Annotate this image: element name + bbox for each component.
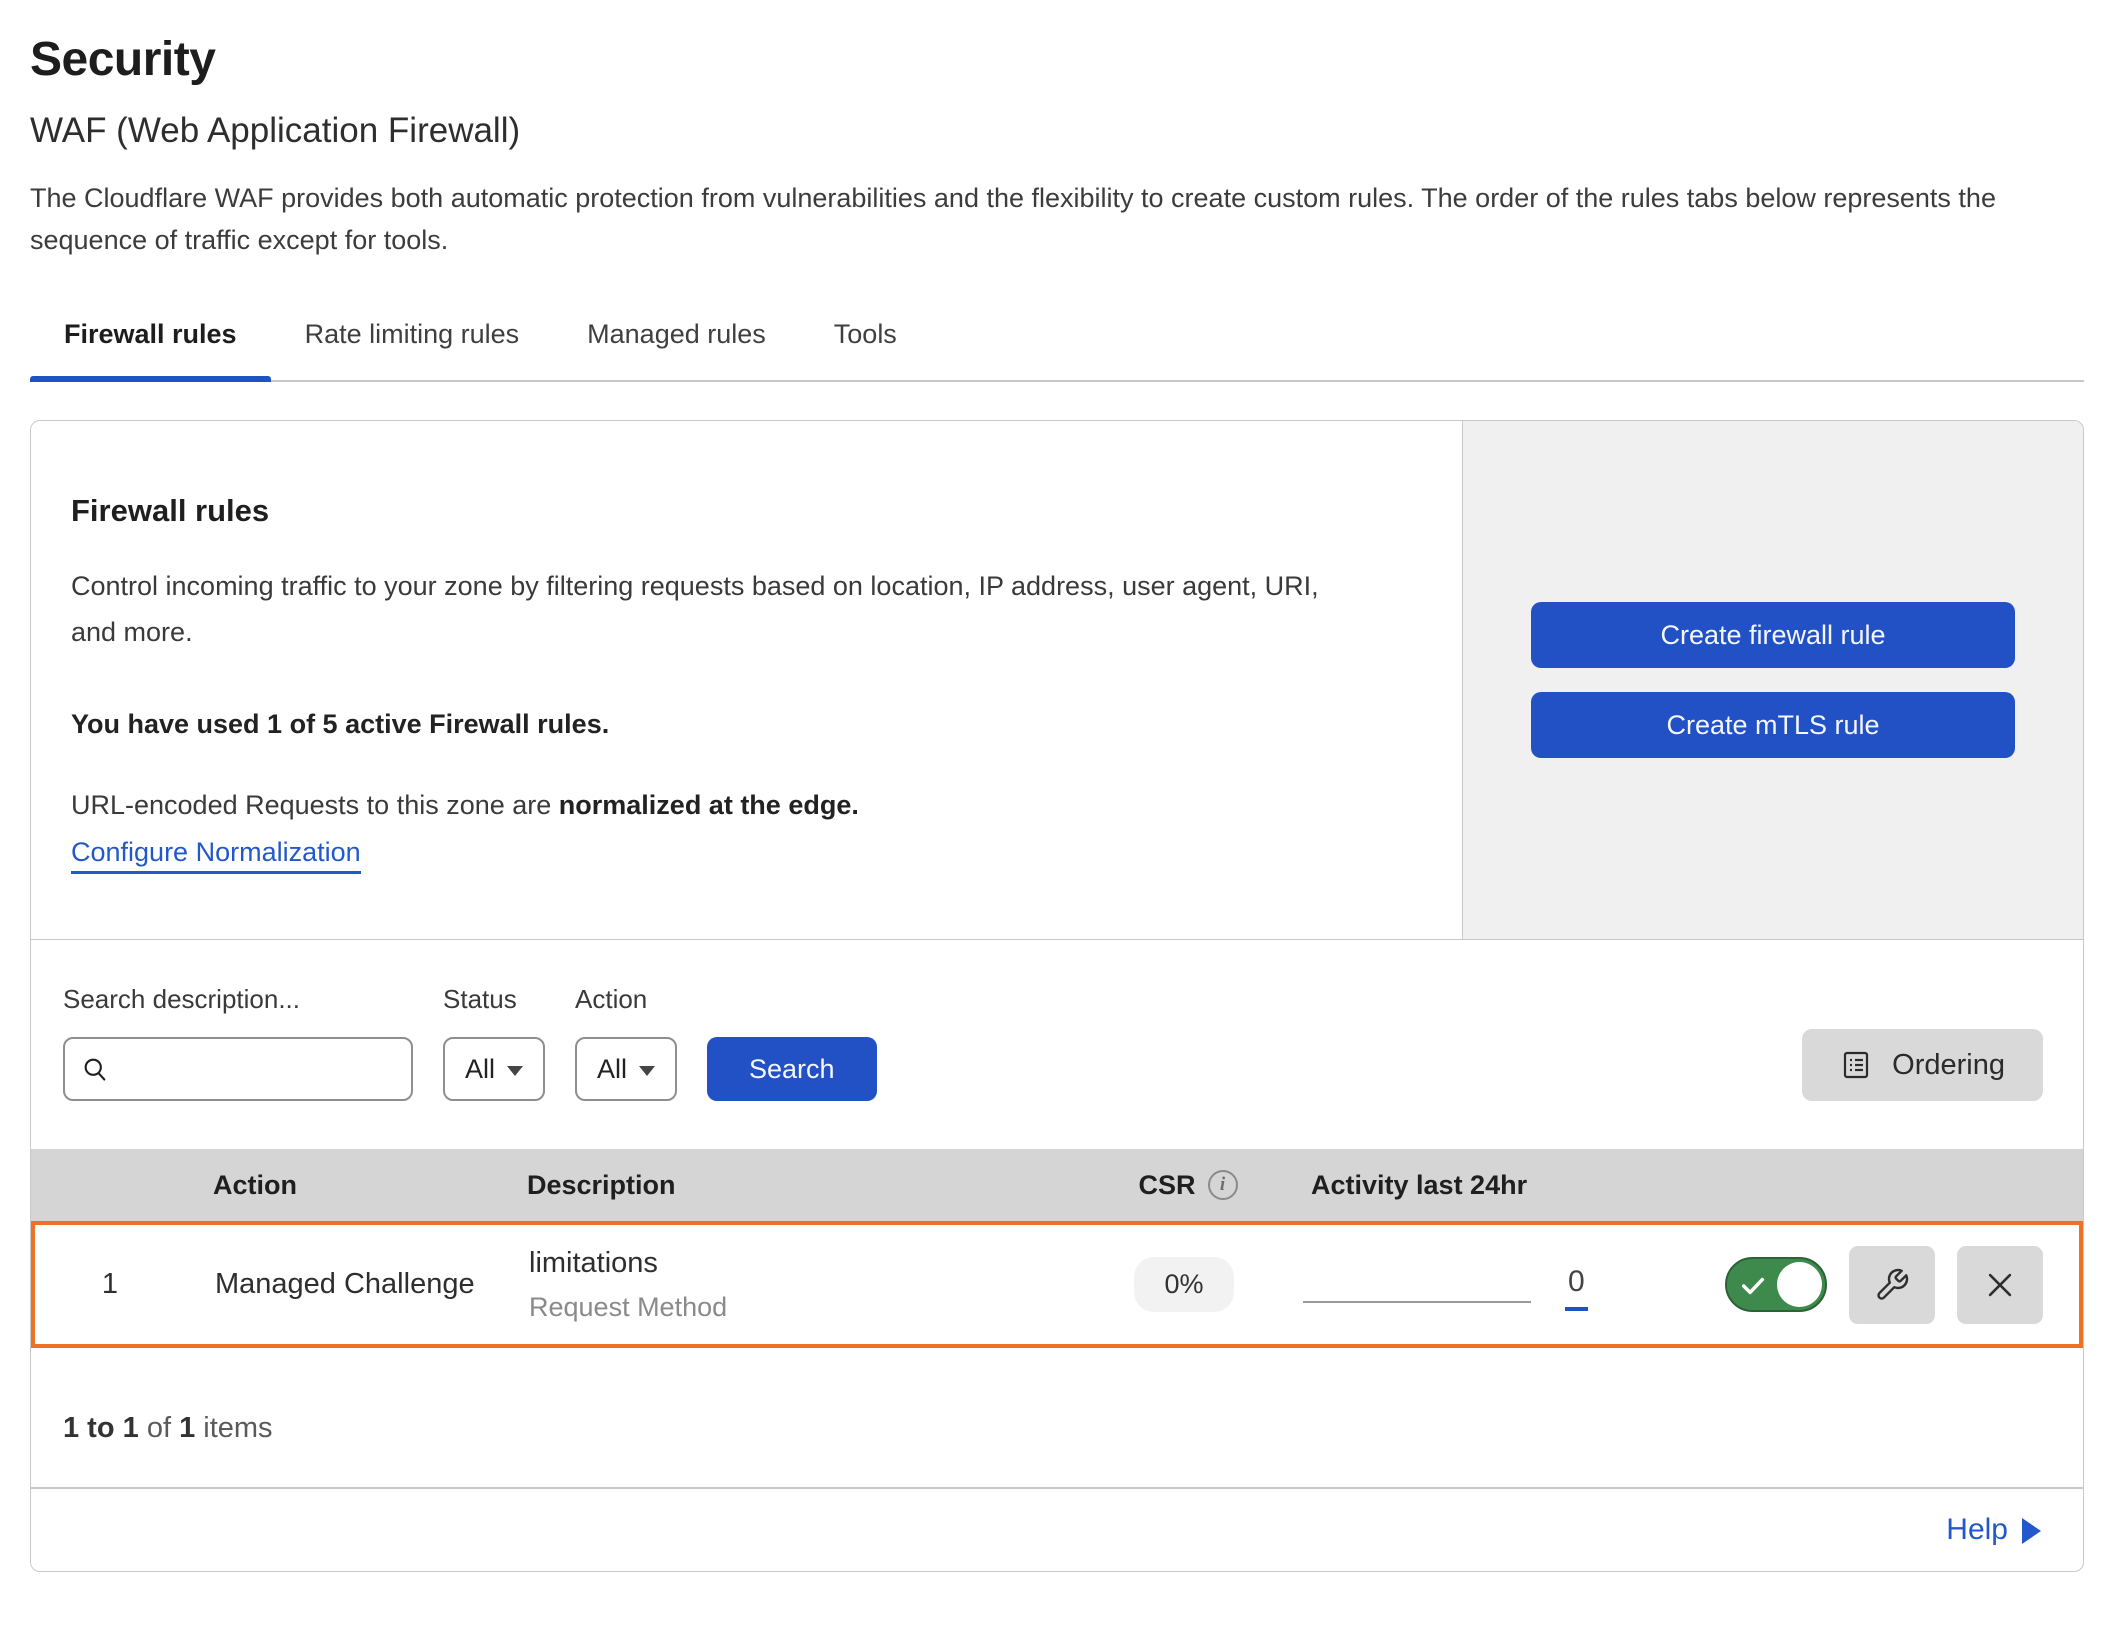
search-field-group: Search description... [63,984,413,1101]
configure-normalization-link[interactable]: Configure Normalization [71,837,361,874]
header-csr: CSR i [1083,1170,1293,1201]
items-word: items [203,1412,272,1444]
header-csr-label: CSR [1138,1170,1195,1201]
rule-controls [1639,1246,2079,1324]
security-waf-page: Security WAF (Web Application Firewall) … [0,0,2114,1572]
page-description: The Cloudflare WAF provides both automat… [30,177,2080,261]
items-total: 1 [179,1412,195,1444]
info-icon[interactable]: i [1208,1170,1238,1200]
overview-text-column: Firewall rules Control incoming traffic … [31,421,1462,939]
action-select-value: All [597,1054,627,1085]
activity-count-link[interactable]: 0 [1565,1265,1588,1311]
rule-activity-cell: 0 [1289,1259,1639,1311]
status-field-label: Status [443,984,545,1015]
chevron-down-icon [639,1066,655,1076]
wrench-icon [1874,1267,1910,1303]
page-subtitle: WAF (Web Application Firewall) [30,111,2084,151]
firewall-rules-overview: Firewall rules Control incoming traffic … [31,421,2083,940]
toggle-knob [1777,1262,1822,1307]
card-description: Control incoming traffic to your zone by… [71,563,1371,655]
page-title: Security [30,32,2084,87]
rule-description[interactable]: limitations [529,1247,1079,1280]
activity-sparkline [1303,1301,1531,1303]
tab-rate-limiting-rules[interactable]: Rate limiting rules [271,319,554,380]
items-summary: 1 to 1 of 1 items [31,1348,2083,1487]
table-row: 1 Managed Challenge limitations Request … [31,1221,2083,1348]
search-icon [81,1055,109,1083]
action-field-group: Action All [575,984,677,1101]
arrow-right-icon [2022,1518,2041,1544]
rule-expression-summary: Request Method [529,1292,1079,1323]
ordering-button-label: Ordering [1892,1049,2005,1082]
header-activity: Activity last 24hr [1293,1170,1643,1201]
list-icon [1840,1049,1872,1081]
filter-bar: Search description... Status All [31,940,2083,1149]
csr-badge: 0% [1134,1257,1233,1312]
rule-csr-cell: 0% [1079,1257,1289,1312]
delete-rule-button[interactable] [1957,1246,2043,1324]
help-row: Help [31,1487,2083,1571]
tab-firewall-rules[interactable]: Firewall rules [30,319,271,380]
items-of: of [147,1412,171,1444]
search-button[interactable]: Search [707,1037,877,1101]
status-select-value: All [465,1054,495,1085]
action-select[interactable]: All [575,1037,677,1101]
close-icon [1983,1268,2017,1302]
edit-rule-button[interactable] [1849,1246,1935,1324]
header-action: Action [181,1170,511,1201]
rule-priority-number: 1 [35,1268,185,1301]
tab-tools[interactable]: Tools [800,319,931,380]
normalization-note: URL-encoded Requests to this zone are no… [71,790,1402,821]
usage-note: You have used 1 of 5 active Firewall rul… [71,709,1402,740]
chevron-down-icon [507,1066,523,1076]
firewall-rules-card: Firewall rules Control incoming traffic … [30,420,2084,1572]
ordering-button[interactable]: Ordering [1802,1029,2043,1101]
status-select[interactable]: All [443,1037,545,1101]
status-field-group: Status All [443,984,545,1101]
waf-tab-bar: Firewall rules Rate limiting rules Manag… [30,319,2084,382]
action-field-label: Action [575,984,677,1015]
help-link[interactable]: Help [1946,1513,2041,1547]
create-firewall-rule-button[interactable]: Create firewall rule [1531,602,2015,668]
tab-managed-rules[interactable]: Managed rules [553,319,800,380]
header-description: Description [511,1170,1083,1201]
check-icon [1739,1272,1767,1300]
card-heading: Firewall rules [71,493,1402,529]
normalization-bold-text: normalized at the edge. [559,790,859,820]
normalization-text: URL-encoded Requests to this zone are [71,790,559,820]
filter-controls: Search description... Status All [63,984,877,1101]
search-box [63,1037,413,1101]
actions-panel: Create firewall rule Create mTLS rule [1462,421,2083,939]
rule-description-cell: limitations Request Method [515,1247,1079,1323]
search-input[interactable] [63,1037,413,1101]
rule-action-value: Managed Challenge [185,1268,515,1301]
search-field-label: Search description... [63,984,413,1015]
help-link-label: Help [1946,1513,2008,1547]
items-range: 1 to 1 [63,1412,139,1444]
rules-table-header: Action Description CSR i Activity last 2… [31,1149,2083,1221]
rule-enabled-toggle[interactable] [1725,1257,1827,1312]
create-mtls-rule-button[interactable]: Create mTLS rule [1531,692,2015,758]
